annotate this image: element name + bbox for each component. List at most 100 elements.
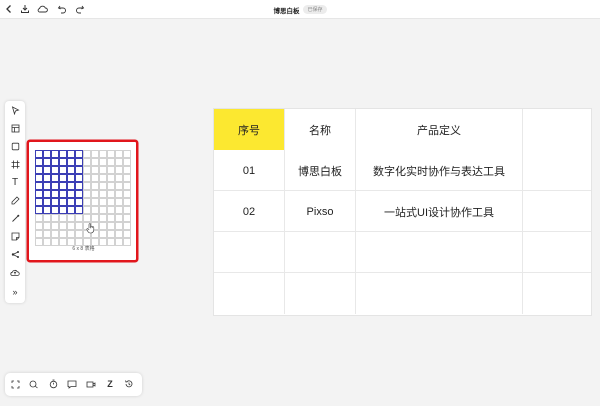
chat-icon[interactable] [65,377,79,391]
grid-cell[interactable] [67,150,75,158]
grid-cell[interactable] [35,150,43,158]
grid-cell[interactable] [43,166,51,174]
grid-cell[interactable] [51,206,59,214]
download-icon[interactable] [18,2,32,16]
grid-cell[interactable] [43,174,51,182]
grid-cell[interactable] [115,214,123,222]
grid-cell[interactable] [43,214,51,222]
grid-cell[interactable] [91,182,99,190]
grid-cell[interactable] [35,190,43,198]
grid-cell[interactable] [59,222,67,230]
grid-cell[interactable] [83,174,91,182]
grid-cell[interactable] [115,190,123,198]
grid-cell[interactable] [35,222,43,230]
grid-cell[interactable] [99,182,107,190]
table-icon[interactable] [8,121,22,135]
grid-cell[interactable] [123,174,131,182]
table-cell[interactable] [523,273,591,314]
grid-cell[interactable] [75,166,83,174]
grid-cell[interactable] [107,198,115,206]
grid-cell[interactable] [35,174,43,182]
grid-cell[interactable] [43,222,51,230]
grid-cell[interactable] [99,206,107,214]
grid-cell[interactable] [51,182,59,190]
frame-icon[interactable] [8,157,22,171]
history-icon[interactable] [122,377,136,391]
grid-cell[interactable] [67,190,75,198]
grid-cell[interactable] [51,158,59,166]
grid-cell[interactable] [59,182,67,190]
upload-icon[interactable] [8,265,22,279]
grid-cell[interactable] [115,182,123,190]
grid-cell[interactable] [115,158,123,166]
table-cell[interactable]: 博思白板 [285,150,356,191]
grid-cell[interactable] [43,198,51,206]
grid-cell[interactable] [99,190,107,198]
grid-cell[interactable] [75,182,83,190]
grid-cell[interactable] [107,230,115,238]
grid-cell[interactable] [91,206,99,214]
grid-cell[interactable] [51,230,59,238]
grid-cell[interactable] [67,182,75,190]
grid-cell[interactable] [99,150,107,158]
redo-icon[interactable] [73,2,87,16]
grid-cell[interactable] [51,174,59,182]
table-cell[interactable]: Pixso [285,191,356,232]
more-icon[interactable]: » [8,285,22,299]
grid-cell[interactable] [35,182,43,190]
grid-cell[interactable] [59,230,67,238]
grid-cell[interactable] [91,190,99,198]
grid-cell[interactable] [67,206,75,214]
table-cell[interactable] [356,232,523,273]
grid-cell[interactable] [75,206,83,214]
grid-cell[interactable] [59,166,67,174]
table-cell[interactable]: 数字化实时协作与表达工具 [356,150,523,191]
header-cell-extra[interactable] [523,109,591,150]
grid-cell[interactable] [67,222,75,230]
grid-cell[interactable] [59,190,67,198]
grid-cell[interactable] [67,158,75,166]
grid-cell[interactable] [99,158,107,166]
grid-cell[interactable] [107,158,115,166]
grid-cell[interactable] [43,190,51,198]
grid-cell[interactable] [35,166,43,174]
grid-cell[interactable] [83,198,91,206]
grid-cell[interactable] [35,230,43,238]
grid-cell[interactable] [83,166,91,174]
grid-cell[interactable] [67,174,75,182]
comment-icon[interactable] [27,377,41,391]
table-cell[interactable] [214,273,285,314]
grid-cell[interactable] [43,206,51,214]
header-cell-name[interactable]: 名称 [285,109,356,150]
grid-cell[interactable] [35,214,43,222]
grid-cell[interactable] [99,214,107,222]
grid-cell[interactable] [67,166,75,174]
grid-cell[interactable] [115,222,123,230]
grid-cell[interactable] [59,174,67,182]
grid-cell[interactable] [51,150,59,158]
grid-cell[interactable] [107,222,115,230]
table-cell[interactable] [356,273,523,314]
fit-screen-icon[interactable] [8,377,22,391]
grid-cell[interactable] [107,214,115,222]
grid-cell[interactable] [51,166,59,174]
grid-cell[interactable] [35,206,43,214]
grid-cell[interactable] [59,206,67,214]
grid-cell[interactable] [75,174,83,182]
grid-cell[interactable] [51,198,59,206]
grid-cell[interactable] [43,182,51,190]
grid-cell[interactable] [67,198,75,206]
undo-icon[interactable] [55,2,69,16]
back-icon[interactable] [2,2,16,16]
grid-cell[interactable] [123,158,131,166]
grid-cell[interactable] [75,198,83,206]
grid-cell[interactable] [115,206,123,214]
video-icon[interactable] [84,377,98,391]
header-cell-definition[interactable]: 产品定义 [356,109,523,150]
grid-cell[interactable] [115,230,123,238]
grid-cell[interactable] [99,198,107,206]
grid-cell[interactable] [115,166,123,174]
table-cell[interactable] [523,232,591,273]
grid-cell[interactable] [67,214,75,222]
table-cell[interactable] [214,232,285,273]
